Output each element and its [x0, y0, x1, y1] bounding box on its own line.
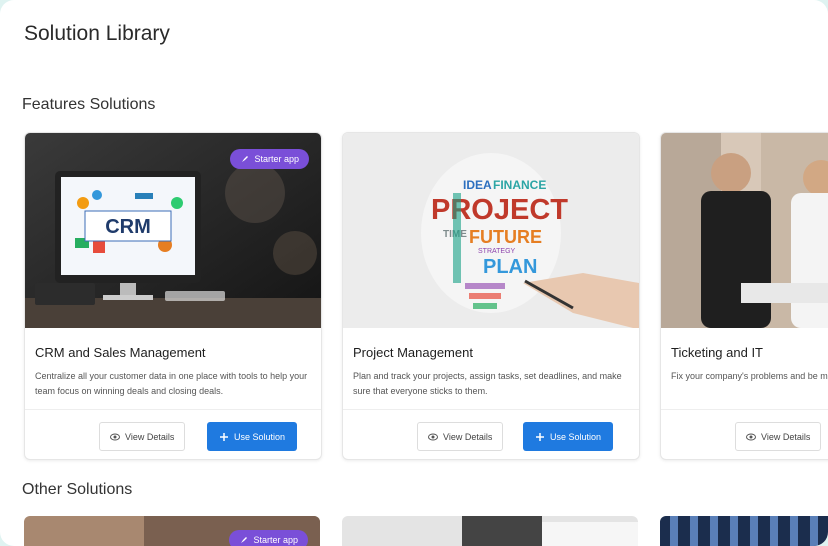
- rocket-icon: [241, 537, 248, 543]
- eye-icon: [428, 433, 438, 440]
- solution-library-panel: Solution Library Features Solutions CRM …: [0, 0, 828, 546]
- eye-icon: [746, 433, 756, 440]
- crm-image-text: CRM: [105, 216, 151, 238]
- rocket-icon: [242, 156, 249, 162]
- use-solution-label: Use Solution: [234, 431, 286, 442]
- use-solution-label: Use Solution: [550, 431, 602, 442]
- starter-app-badge: Starter app: [230, 149, 309, 169]
- word-plan: PLAN: [483, 256, 537, 278]
- solution-name: CRM and Sales Management: [35, 345, 206, 360]
- view-details-label: View Details: [761, 431, 811, 442]
- ticketing-illustration: [661, 133, 828, 328]
- other-solution-card[interactable]: [342, 516, 638, 546]
- word-idea: IDEA: [463, 178, 492, 192]
- solution-name: Ticketing and IT: [671, 345, 764, 360]
- page-title: Solution Library: [24, 22, 170, 45]
- starter-app-badge: Starter app: [229, 530, 308, 546]
- solution-card-crm[interactable]: CRM Starter app CRM and Sales Management…: [24, 132, 322, 460]
- solution-description: Centralize all your customer data in one…: [35, 371, 308, 396]
- card-footer: View Details Use Solution: [343, 409, 639, 459]
- other-thumbnail: [342, 516, 638, 546]
- card-footer: View Details Use Solution: [25, 409, 321, 459]
- solution-card-ticketing[interactable]: Ticketing and IT Fix your company's prob…: [660, 132, 828, 460]
- word-finance: FINANCE: [493, 178, 546, 192]
- use-solution-button[interactable]: Use Solution: [523, 422, 614, 451]
- view-details-button[interactable]: View Details: [99, 422, 186, 451]
- ticketing-thumbnail: [661, 133, 828, 328]
- badge-label: Starter app: [254, 154, 299, 164]
- solution-card-project[interactable]: IDEA FINANCE PROJECT TIME FUTURE STRATEG…: [342, 132, 640, 460]
- project-thumbnail: IDEA FINANCE PROJECT TIME FUTURE STRATEG…: [343, 133, 639, 328]
- view-details-label: View Details: [443, 431, 493, 442]
- eye-icon: [110, 433, 120, 440]
- card-footer: View Details: [661, 409, 828, 459]
- word-strategy: STRATEGY: [478, 248, 516, 255]
- other-section-title: Other Solutions: [22, 481, 133, 498]
- view-details-button[interactable]: View Details: [735, 422, 822, 451]
- solution-description: Plan and track your projects, assign tas…: [353, 371, 622, 396]
- word-future: FUTURE: [469, 227, 542, 247]
- view-details-label: View Details: [125, 431, 175, 442]
- use-solution-button[interactable]: Use Solution: [207, 422, 298, 451]
- badge-label: Starter app: [253, 535, 298, 545]
- word-project: PROJECT: [431, 194, 568, 226]
- solution-description: Fix your company's problems and be more …: [671, 371, 828, 381]
- featured-section-title: Features Solutions: [22, 96, 156, 113]
- project-illustration: IDEA FINANCE PROJECT TIME FUTURE STRATEG…: [343, 133, 639, 328]
- other-thumbnail: [660, 516, 828, 546]
- other-solution-card[interactable]: Starter app: [24, 516, 320, 546]
- other-solution-card[interactable]: [660, 516, 828, 546]
- view-details-button[interactable]: View Details: [417, 422, 504, 451]
- plus-icon: [220, 432, 228, 441]
- solution-name: Project Management: [353, 345, 473, 360]
- plus-icon: [536, 432, 544, 441]
